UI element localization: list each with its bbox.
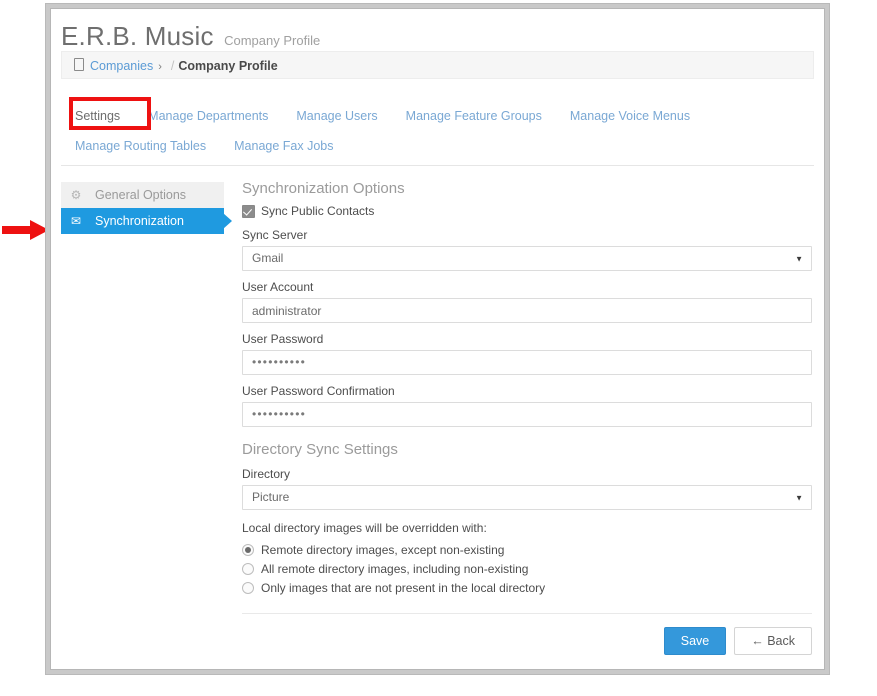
document-icon [74, 58, 84, 71]
directory-select[interactable]: Picture ▼ [242, 485, 812, 510]
section-title-synchronization-options: Synchronization Options [242, 180, 405, 197]
radio-label: Only images that are not present in the … [261, 581, 546, 595]
radio-label: All remote directory images, including n… [261, 562, 529, 576]
page-title: E.R.B. Music [61, 21, 214, 51]
settings-body: ⚙ General Options ✉ Synchronization Sync… [61, 180, 814, 655]
override-option-all-remote-including-nonexisting[interactable]: All remote directory images, including n… [242, 562, 812, 576]
synchronization-form: Synchronization Options Sync Public Cont… [224, 180, 814, 655]
tab-manage-users[interactable]: Manage Users [282, 101, 391, 131]
breadcrumb-caret-icon: › [158, 61, 162, 73]
tab-manage-departments[interactable]: Manage Departments [134, 101, 282, 131]
radio-button[interactable] [242, 582, 254, 594]
page-header: E.R.B. Music Company Profile [51, 9, 824, 51]
radio-label: Remote directory images, except non-exis… [261, 543, 505, 557]
user-password-confirmation-label: User Password Confirmation [242, 384, 395, 398]
screenshot-root: E.R.B. Music Company Profile Companies › /… [0, 0, 877, 696]
directory-value: Picture [252, 490, 290, 504]
directory-label: Directory [242, 467, 291, 481]
settings-sidebar: ⚙ General Options ✉ Synchronization [61, 180, 224, 655]
save-button[interactable]: Save [663, 627, 727, 655]
form-actions: Save ← Back [242, 627, 812, 655]
user-account-label: User Account [242, 280, 314, 294]
envelope-icon: ✉ [70, 214, 82, 228]
sync-public-contacts-row[interactable]: Sync Public Contacts [242, 204, 812, 218]
sidebar-item-synchronization[interactable]: ✉ Synchronization [61, 208, 224, 234]
breadcrumb-separator: / [170, 59, 175, 73]
breadcrumb-current: Company Profile [178, 59, 278, 73]
sync-server-select[interactable]: Gmail ▼ [242, 246, 812, 271]
gear-icon: ⚙ [70, 188, 82, 202]
page-subtitle: Company Profile [224, 33, 321, 48]
user-account-input[interactable] [242, 298, 812, 323]
tab-settings[interactable]: Settings [61, 101, 134, 131]
sidebar-item-label: General Options [95, 188, 187, 202]
sync-server-value: Gmail [252, 251, 284, 265]
override-option-only-not-present-locally[interactable]: Only images that are not present in the … [242, 581, 812, 595]
page-content: E.R.B. Music Company Profile Companies › /… [51, 9, 824, 669]
sidebar-item-label: Synchronization [95, 214, 184, 228]
sync-server-label: Sync Server [242, 228, 308, 242]
radio-button[interactable] [242, 563, 254, 575]
user-password-label: User Password [242, 332, 324, 346]
user-password-input[interactable]: •••••••••• [242, 350, 812, 375]
tab-bar: Settings Manage Departments Manage Users… [61, 97, 814, 166]
tab-manage-voice-menus[interactable]: Manage Voice Menus [556, 101, 704, 131]
tab-manage-fax-jobs[interactable]: Manage Fax Jobs [220, 131, 347, 161]
form-divider [242, 613, 812, 614]
tab-manage-feature-groups[interactable]: Manage Feature Groups [392, 101, 556, 131]
user-password-confirmation-input[interactable]: •••••••••• [242, 402, 812, 427]
tab-divider [61, 165, 814, 166]
chevron-down-icon: ▼ [795, 254, 803, 263]
breadcrumb-link-companies[interactable]: Companies [90, 59, 153, 73]
tab-manage-routing-tables[interactable]: Manage Routing Tables [61, 131, 220, 161]
radio-button[interactable] [242, 544, 254, 556]
section-title-directory-sync-settings: Directory Sync Settings [242, 441, 398, 458]
browser-window-frame: E.R.B. Music Company Profile Companies › /… [50, 8, 825, 670]
chevron-down-icon: ▼ [795, 493, 803, 502]
breadcrumb: Companies › / Company Profile [61, 51, 814, 79]
sync-public-contacts-checkbox[interactable] [242, 204, 255, 218]
override-hint-text: Local directory images will be overridde… [242, 521, 487, 535]
override-option-remote-except-nonexisting[interactable]: Remote directory images, except non-exis… [242, 543, 812, 557]
annotation-arrow-icon [2, 220, 49, 240]
sidebar-item-general-options[interactable]: ⚙ General Options [61, 182, 224, 208]
sync-public-contacts-label: Sync Public Contacts [261, 204, 375, 218]
back-button[interactable]: ← Back [734, 627, 812, 655]
